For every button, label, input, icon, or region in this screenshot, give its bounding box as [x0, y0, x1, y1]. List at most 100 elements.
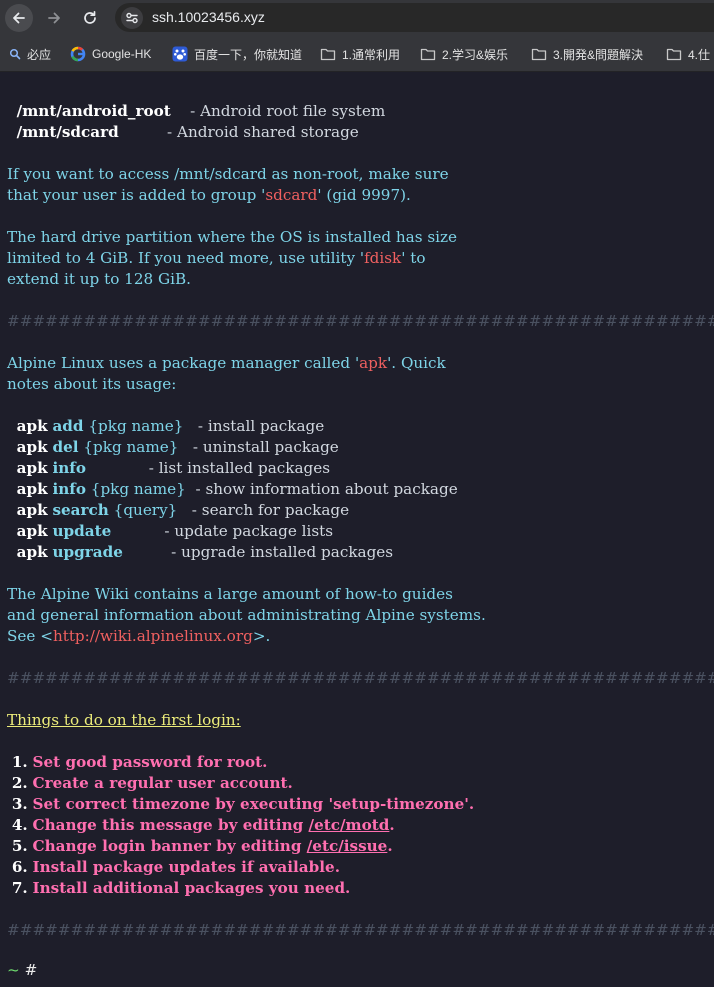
- todo-heading: Things to do on the first login:: [7, 711, 241, 729]
- bookmark-label: 百度一下，你就知道: [194, 47, 303, 62]
- subcommand: del: [52, 438, 79, 456]
- bookmark-label: Google-HK: [92, 47, 152, 61]
- wiki-note-line: The Alpine Wiki contains a large amount …: [7, 585, 453, 603]
- reload-icon: [84, 10, 96, 24]
- command-description: show information about package: [205, 480, 458, 498]
- subcommand: info: [52, 480, 86, 498]
- apk-intro-line: Alpine Linux uses a package manager call…: [7, 353, 446, 374]
- subcommand: search: [52, 501, 109, 519]
- prompt-directory: ~: [7, 961, 20, 979]
- apk-command-row: apk add {pkg name} - install package: [7, 416, 325, 437]
- mount-separator: -: [118, 123, 178, 141]
- group-name: sdcard: [265, 186, 318, 204]
- back-button[interactable]: [5, 4, 33, 32]
- note-text: See <: [7, 627, 53, 645]
- command-name: apk: [16, 480, 48, 498]
- todo-text: Install additional packages you need.: [32, 879, 351, 897]
- bookmark-label: 1.通常利用: [342, 47, 401, 62]
- todo-text: .: [387, 837, 393, 855]
- mount-description: Android shared storage: [177, 123, 359, 141]
- command-description: install package: [207, 417, 325, 435]
- bookmark-bing[interactable]: 必应: [9, 45, 51, 63]
- todo-item: 3. Set correct timezone by executing 'se…: [7, 794, 474, 815]
- todo-number: 5.: [11, 837, 28, 855]
- todo-item: 5. Change login banner by editing /etc/i…: [7, 836, 393, 857]
- forward-button[interactable]: [40, 4, 68, 32]
- mount-separator: -: [170, 102, 201, 120]
- todo-text: .: [389, 816, 395, 834]
- command-arg: {pkg name}: [90, 480, 186, 498]
- browser-toolbar: ssh.10023456.xyz: [0, 0, 714, 35]
- wiki-note-line: and general information about administra…: [7, 606, 486, 624]
- google-icon: [70, 46, 86, 62]
- command-name: apk: [16, 501, 48, 519]
- separator-line: ########################################…: [7, 669, 714, 687]
- subcommand: info: [52, 459, 86, 477]
- partition-note-line: The hard drive partition where the OS is…: [7, 228, 457, 246]
- mount-line: /mnt/sdcard - Android shared storage: [7, 122, 359, 143]
- mount-path: /mnt/android_root: [16, 102, 171, 120]
- command-separator: -: [85, 459, 159, 477]
- command-description: upgrade installed packages: [181, 543, 394, 561]
- shell-prompt[interactable]: ~ #: [7, 960, 37, 981]
- sdcard-note-line: If you want to access /mnt/sdcard as non…: [7, 165, 449, 183]
- command-separator: -: [177, 501, 202, 519]
- command-name: apk: [16, 438, 48, 456]
- site-info-button[interactable]: [121, 7, 143, 29]
- folder-icon: [420, 47, 436, 61]
- mount-line: /mnt/android_root - Android root file sy…: [7, 101, 386, 122]
- forward-arrow-icon: [48, 12, 60, 24]
- bookmark-folder-4[interactable]: 4.仕: [666, 45, 710, 63]
- note-text: '. Quick: [387, 354, 446, 372]
- todo-number: 2.: [11, 774, 28, 792]
- note-text: ' (gid 9997).: [317, 186, 411, 204]
- command-separator: -: [178, 438, 203, 456]
- command-separator: -: [111, 522, 175, 540]
- todo-item: 6. Install package updates if available.: [7, 857, 340, 878]
- baidu-paw-icon: [172, 46, 188, 62]
- apk-command-row: apk del {pkg name} - uninstall package: [7, 437, 339, 458]
- mount-description: Android root file system: [200, 102, 386, 120]
- folder-icon: [320, 47, 336, 61]
- note-text: that your user is added to group ': [7, 186, 266, 204]
- command-name: apk: [16, 417, 48, 435]
- todo-text: Set good password for root.: [32, 753, 268, 771]
- address-bar[interactable]: ssh.10023456.xyz: [115, 3, 714, 32]
- separator-line: ########################################…: [7, 921, 714, 939]
- command-description: update package lists: [174, 522, 334, 540]
- command-name: apk: [16, 459, 48, 477]
- bookmark-label: 3.開発&問題解決: [553, 47, 644, 62]
- command-description: search for package: [201, 501, 350, 519]
- todo-text: Create a regular user account.: [32, 774, 293, 792]
- bookmark-baidu[interactable]: 百度一下，你就知道: [172, 45, 302, 63]
- prompt-symbol: #: [24, 961, 38, 979]
- reload-button[interactable]: [76, 4, 104, 32]
- command-separator: -: [122, 543, 182, 561]
- todo-file-path: /etc/motd: [308, 816, 390, 834]
- folder-icon: [531, 47, 547, 61]
- url-text: ssh.10023456.xyz: [152, 9, 265, 25]
- command-arg: {query}: [113, 501, 178, 519]
- bookmarks-bar: 必应 Google-HK 百度一下，你就知道 1.通常利用 2.学习&娱乐 3.…: [0, 35, 714, 72]
- command-separator: -: [183, 417, 208, 435]
- bookmark-folder-3[interactable]: 3.開発&問題解決: [531, 45, 643, 63]
- note-text: ' to: [401, 249, 426, 267]
- folder-icon: [666, 47, 682, 61]
- todo-item: 2. Create a regular user account.: [7, 773, 293, 794]
- command-description: list installed packages: [158, 459, 331, 477]
- todo-number: 4.: [11, 816, 28, 834]
- bookmark-folder-2[interactable]: 2.学习&娱乐: [420, 45, 508, 63]
- bookmark-folder-1[interactable]: 1.通常利用: [320, 45, 400, 63]
- mount-path: /mnt/sdcard: [16, 123, 119, 141]
- note-text: Alpine Linux uses a package manager call…: [7, 354, 360, 372]
- apk-intro-line: notes about its usage:: [7, 375, 177, 393]
- separator-line: ########################################…: [7, 312, 714, 330]
- sdcard-note-line: that your user is added to group 'sdcard…: [7, 185, 411, 206]
- search-icon: [9, 48, 21, 60]
- terminal-output[interactable]: /mnt/android_root - Android root file sy…: [0, 72, 714, 987]
- command-arg: {pkg name}: [88, 417, 184, 435]
- command-name: apk: [16, 522, 48, 540]
- bookmark-google-hk[interactable]: Google-HK: [70, 45, 151, 63]
- todo-item: 7. Install additional packages you need.: [7, 878, 351, 899]
- note-text: >.: [252, 627, 271, 645]
